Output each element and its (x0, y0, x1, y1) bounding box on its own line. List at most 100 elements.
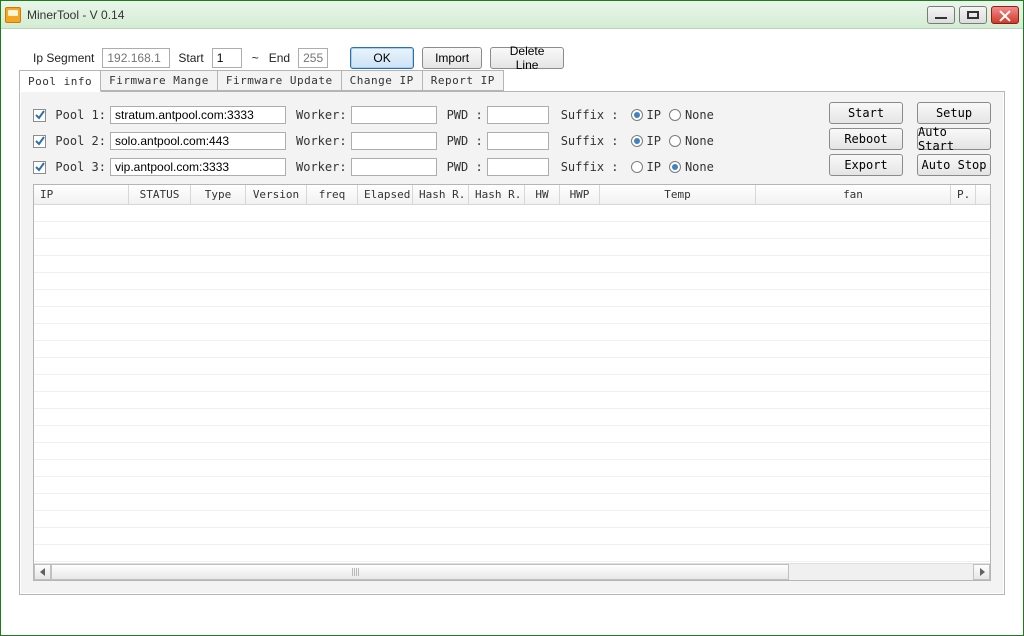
ip-segment-input[interactable] (102, 48, 170, 68)
pool2-checkbox[interactable] (33, 135, 46, 148)
tab-page-pool-info: Pool 1: Worker: PWD : Suffix : IP None (20, 92, 1004, 594)
pool3-suffix-label: Suffix : (561, 160, 619, 174)
pool2-worker-input[interactable] (351, 132, 437, 150)
table-row (34, 205, 990, 222)
col-freq[interactable]: freq (307, 185, 358, 204)
scroll-right-arrow-icon[interactable] (973, 564, 990, 580)
col-p[interactable]: P. (951, 185, 976, 204)
col-fan[interactable]: fan (756, 185, 951, 204)
pool2-suffix-ip-label: IP (647, 134, 661, 148)
close-button[interactable] (991, 6, 1019, 24)
auto-stop-button[interactable]: Auto Stop (917, 154, 991, 176)
tab-firmware-update[interactable]: Firmware Update (217, 70, 342, 91)
table-row (34, 239, 990, 256)
horizontal-scrollbar[interactable] (34, 563, 990, 580)
pool3-suffix-none-label: None (685, 160, 714, 174)
pool1-suffix-none-radio[interactable] (669, 109, 681, 121)
start-input[interactable] (212, 48, 242, 68)
tab-pool-info[interactable]: Pool info (19, 70, 101, 92)
pool3-label: Pool 3: (54, 160, 106, 174)
pool2-url-input[interactable] (110, 132, 286, 150)
pool1-checkbox[interactable] (33, 109, 46, 122)
table-row (34, 307, 990, 324)
table-row (34, 273, 990, 290)
col-status[interactable]: STATUS (129, 185, 191, 204)
minimize-button[interactable] (927, 6, 955, 24)
col-hw[interactable]: HW (525, 185, 560, 204)
pool1-suffix-none-label: None (685, 108, 714, 122)
col-version[interactable]: Version (246, 185, 307, 204)
pool3-worker-label: Worker: (296, 160, 347, 174)
table-row (34, 222, 990, 239)
list-body[interactable] (34, 205, 990, 562)
col-hashr2[interactable]: Hash R... (469, 185, 525, 204)
pool1-url-input[interactable] (110, 106, 286, 124)
pool2-suffix-none-label: None (685, 134, 714, 148)
pool3-suffix-ip-label: IP (647, 160, 661, 174)
setup-button[interactable]: Setup (917, 102, 991, 124)
col-hwp[interactable]: HWP (560, 185, 600, 204)
pool1-suffix-ip-radio[interactable] (631, 109, 643, 121)
ok-button[interactable]: OK (350, 47, 414, 69)
titlebar: MinerTool - V 0.14 (1, 1, 1023, 29)
pool3-pwd-input[interactable] (487, 158, 549, 176)
pool1-label: Pool 1: (54, 108, 106, 122)
col-temp[interactable]: Temp (600, 185, 756, 204)
maximize-button[interactable] (959, 6, 987, 24)
pool3-worker-input[interactable] (351, 158, 437, 176)
app-window: MinerTool - V 0.14 Ip Segment Start ~ En… (0, 0, 1024, 636)
pool1-suffix-ip-label: IP (647, 108, 661, 122)
tabstrip: Pool info Firmware Mange Firmware Update… (19, 70, 504, 92)
pool2-worker-label: Worker: (296, 134, 347, 148)
window-title: MinerTool - V 0.14 (27, 8, 927, 22)
pool3-checkbox[interactable] (33, 161, 46, 174)
table-row (34, 477, 990, 494)
start-button[interactable]: Start (829, 102, 903, 124)
table-row (34, 290, 990, 307)
pool3-url-input[interactable] (110, 158, 286, 176)
table-row (34, 460, 990, 477)
table-row (34, 409, 990, 426)
pool-action-buttons: Start Setup Reboot Auto Start Export Aut… (829, 102, 991, 176)
table-row (34, 358, 990, 375)
col-ip[interactable]: IP (34, 185, 129, 204)
auto-start-button[interactable]: Auto Start (917, 128, 991, 150)
tab-firmware-mange[interactable]: Firmware Mange (100, 70, 218, 91)
scrollbar-track[interactable] (51, 564, 973, 580)
tab-report-ip[interactable]: Report IP (422, 70, 504, 91)
reboot-button[interactable]: Reboot (829, 128, 903, 150)
pool3-suffix-ip-radio[interactable] (631, 161, 643, 173)
pool1-worker-input[interactable] (351, 106, 437, 124)
col-elapsed[interactable]: Elapsed (358, 185, 413, 204)
tab-change-ip[interactable]: Change IP (341, 70, 423, 91)
pool2-suffix-none-radio[interactable] (669, 135, 681, 147)
table-row (34, 443, 990, 460)
table-row (34, 511, 990, 528)
pool3-pwd-label: PWD : (447, 160, 483, 174)
pool1-pwd-input[interactable] (487, 106, 549, 124)
end-input[interactable] (298, 48, 328, 68)
col-type[interactable]: Type (191, 185, 246, 204)
window-buttons (927, 6, 1019, 24)
col-hashr1[interactable]: Hash R... (413, 185, 469, 204)
pool2-suffix-ip-radio[interactable] (631, 135, 643, 147)
pool1-pwd-label: PWD : (447, 108, 483, 122)
pool2-pwd-input[interactable] (487, 132, 549, 150)
miner-list: IP STATUS Type Version freq Elapsed Hash… (33, 184, 991, 581)
scrollbar-thumb[interactable] (51, 564, 789, 580)
export-button[interactable]: Export (829, 154, 903, 176)
table-row (34, 341, 990, 358)
pool1-suffix-label: Suffix : (561, 108, 619, 122)
pool3-suffix-none-radio[interactable] (669, 161, 681, 173)
table-row (34, 324, 990, 341)
toolbar: Ip Segment Start ~ End OK Import Delete … (33, 47, 1005, 69)
delete-line-button[interactable]: Delete Line (490, 47, 564, 69)
scroll-left-arrow-icon[interactable] (34, 564, 51, 580)
pool2-suffix-label: Suffix : (561, 134, 619, 148)
table-row (34, 528, 990, 545)
start-label: Start (178, 51, 203, 65)
app-icon (5, 7, 21, 23)
ip-segment-label: Ip Segment (33, 51, 94, 65)
import-button[interactable]: Import (422, 47, 482, 69)
table-row (34, 426, 990, 443)
